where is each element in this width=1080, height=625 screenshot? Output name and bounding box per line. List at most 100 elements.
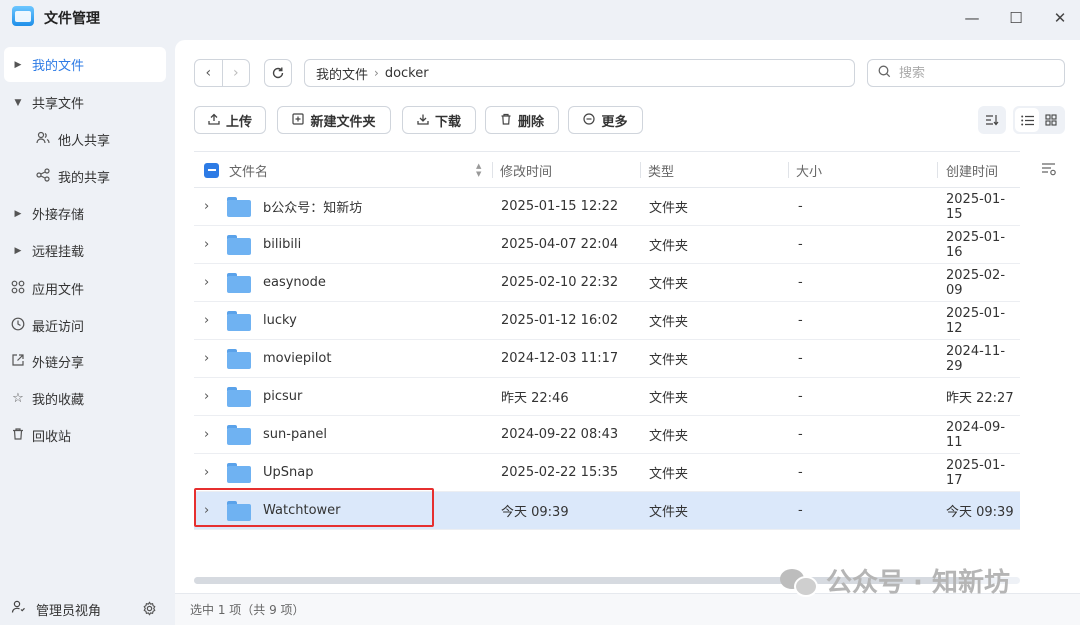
sidebar-item-external-links[interactable]: 外链分享 xyxy=(4,344,166,379)
column-settings-icon xyxy=(1042,163,1056,176)
download-button[interactable]: 下载 xyxy=(402,106,476,134)
table-row[interactable]: › bilibili 2025-04-07 22:04 文件夹 - 2025-01-16 xyxy=(194,226,1020,264)
column-header-created[interactable]: 创建时间 xyxy=(946,152,998,188)
table-row[interactable]: › sun-panel 2024-09-22 08:43 文件夹 - 2024-09-11 xyxy=(194,416,1020,454)
modified-time: 今天 09:39 xyxy=(501,505,569,520)
column-header-size[interactable]: 大小 xyxy=(796,152,822,188)
app-title: 文件管理 xyxy=(44,11,100,27)
sidebar-item-favorites[interactable]: ☆ 我的收藏 xyxy=(4,381,166,416)
close-button[interactable]: ✕ xyxy=(1048,6,1072,30)
breadcrumb-current[interactable]: docker xyxy=(385,66,429,81)
column-settings-button[interactable] xyxy=(1041,162,1057,180)
file-name[interactable]: Watchtower xyxy=(263,492,341,529)
chevron-right-icon[interactable]: › xyxy=(204,188,218,225)
column-header-name[interactable]: 文件名 xyxy=(229,152,268,188)
table-row[interactable]: › lucky 2025-01-12 16:02 文件夹 - 2025-01-12 xyxy=(194,302,1020,340)
caret-right-icon: ▶ xyxy=(14,245,22,256)
table-row[interactable]: › easynode 2025-02-10 22:32 文件夹 - 2025-02-09 xyxy=(194,264,1020,302)
new-folder-icon xyxy=(292,112,305,128)
chevron-right-icon[interactable]: › xyxy=(204,378,218,415)
chevron-right-icon[interactable]: › xyxy=(204,226,218,263)
sidebar-item-my-files[interactable]: ▶ 我的文件 xyxy=(4,47,166,82)
sidebar-item-my-shares[interactable]: 我的共享 xyxy=(4,159,166,194)
admin-view-label[interactable]: 管理员视角 xyxy=(36,600,101,619)
table-row[interactable]: › Watchtower 今天 09:39 文件夹 - 今天 09:39 xyxy=(194,492,1020,530)
star-icon: ☆ xyxy=(12,391,24,406)
search-input[interactable] xyxy=(899,65,1049,81)
chevron-right-icon[interactable]: › xyxy=(204,340,218,377)
file-name[interactable]: easynode xyxy=(263,264,326,301)
file-name[interactable]: bilibili xyxy=(263,226,301,263)
chevron-right-icon[interactable]: › xyxy=(204,416,218,453)
forward-button[interactable]: › xyxy=(221,60,250,86)
modified-time: 2025-02-22 15:35 xyxy=(501,465,619,480)
sidebar-item-recent[interactable]: 最近访问 xyxy=(4,308,166,343)
file-name[interactable]: UpSnap xyxy=(263,454,313,491)
breadcrumb-root[interactable]: 我的文件 xyxy=(316,64,368,83)
folder-icon xyxy=(227,273,251,293)
file-name[interactable]: lucky xyxy=(263,302,297,339)
column-header-type[interactable]: 类型 xyxy=(648,152,674,188)
modified-time: 昨天 22:46 xyxy=(501,391,569,406)
minimize-button[interactable]: — xyxy=(960,6,984,30)
sidebar-item-label: 他人共享 xyxy=(58,134,111,149)
table-row[interactable]: › b公众号：知新坊 2025-01-15 12:22 文件夹 - 2025-01-15 xyxy=(194,188,1020,226)
chevron-right-icon[interactable]: › xyxy=(204,454,218,491)
delete-button[interactable]: 删除 xyxy=(485,106,559,134)
maximize-button[interactable]: ☐ xyxy=(1004,6,1028,30)
sidebar-item-shared-with-me[interactable]: 他人共享 xyxy=(4,122,166,157)
grid-view-button[interactable] xyxy=(1039,108,1063,132)
caret-right-icon: ▶ xyxy=(14,208,22,219)
file-size: - xyxy=(798,389,803,404)
back-button[interactable]: ‹ xyxy=(195,60,222,86)
upload-label: 上传 xyxy=(225,114,252,130)
refresh-button[interactable] xyxy=(264,59,292,87)
trash-icon xyxy=(4,427,32,445)
sidebar-item-app-files[interactable]: 应用文件 xyxy=(4,271,166,306)
more-button[interactable]: 更多 xyxy=(568,106,643,134)
sort-button[interactable] xyxy=(978,106,1006,134)
sidebar-item-label: 回收站 xyxy=(32,430,72,445)
grid-icon xyxy=(1045,114,1057,126)
external-link-icon xyxy=(4,353,32,371)
sidebar-item-shared-files[interactable]: ▼ 共享文件 xyxy=(4,85,166,120)
select-all-checkbox[interactable] xyxy=(204,152,219,188)
sidebar-item-label: 我的收藏 xyxy=(32,393,85,408)
chevron-right-icon: › xyxy=(232,65,239,81)
chevron-right-icon[interactable]: › xyxy=(204,492,218,529)
file-name[interactable]: b公众号：知新坊 xyxy=(263,188,362,225)
table-row[interactable]: › picsur 昨天 22:46 文件夹 - 昨天 22:27 xyxy=(194,378,1020,416)
list-view-button[interactable] xyxy=(1015,108,1039,132)
modified-time: 2025-01-12 16:02 xyxy=(501,313,619,328)
table-row[interactable]: › UpSnap 2025-02-22 15:35 文件夹 - 2025-01-17 xyxy=(194,454,1020,492)
file-type: 文件夹 xyxy=(649,353,689,368)
gear-icon[interactable] xyxy=(142,601,157,620)
created-time: 2024-11-29 xyxy=(946,343,1006,374)
new-folder-label: 新建文件夹 xyxy=(310,114,376,130)
file-browser-panel: ‹ › 我的文件 › docker 上传 新建文件夹 下载 xyxy=(175,40,1080,593)
folder-icon xyxy=(227,197,251,217)
sidebar-item-external-storage[interactable]: ▶ 外接存储 xyxy=(4,196,166,231)
file-name[interactable]: picsur xyxy=(263,378,302,415)
watermark: 公众号 · 知新坊 xyxy=(780,562,1010,599)
sidebar-item-remote-mount[interactable]: ▶ 远程挂载 xyxy=(4,233,166,268)
sort-arrows-icon[interactable]: ▲ ▼ xyxy=(476,162,481,178)
chevron-right-icon[interactable]: › xyxy=(204,264,218,301)
chevron-right-icon[interactable]: › xyxy=(204,302,218,339)
new-folder-button[interactable]: 新建文件夹 xyxy=(277,106,391,134)
created-time: 2025-01-16 xyxy=(946,229,1006,260)
sidebar-item-label: 我的共享 xyxy=(58,171,111,186)
file-type: 文件夹 xyxy=(649,315,689,330)
upload-button[interactable]: 上传 xyxy=(194,106,266,134)
refresh-icon xyxy=(272,67,284,79)
folder-icon xyxy=(227,463,251,483)
table-row[interactable]: › moviepilot 2024-12-03 11:17 文件夹 - 2024-11-2… xyxy=(194,340,1020,378)
sidebar-item-recycle-bin[interactable]: 回收站 xyxy=(4,418,166,453)
column-header-modified[interactable]: 修改时间 xyxy=(500,152,552,188)
view-toggle xyxy=(1013,106,1065,134)
sidebar-item-label: 共享文件 xyxy=(32,97,85,112)
selection-status: 选中 1 项（共 9 项） xyxy=(190,603,305,617)
file-name[interactable]: moviepilot xyxy=(263,340,331,377)
file-name[interactable]: sun-panel xyxy=(263,416,327,453)
table-header: 文件名 ▲ ▼ 修改时间 类型 大小 创建时间 xyxy=(194,151,1020,188)
